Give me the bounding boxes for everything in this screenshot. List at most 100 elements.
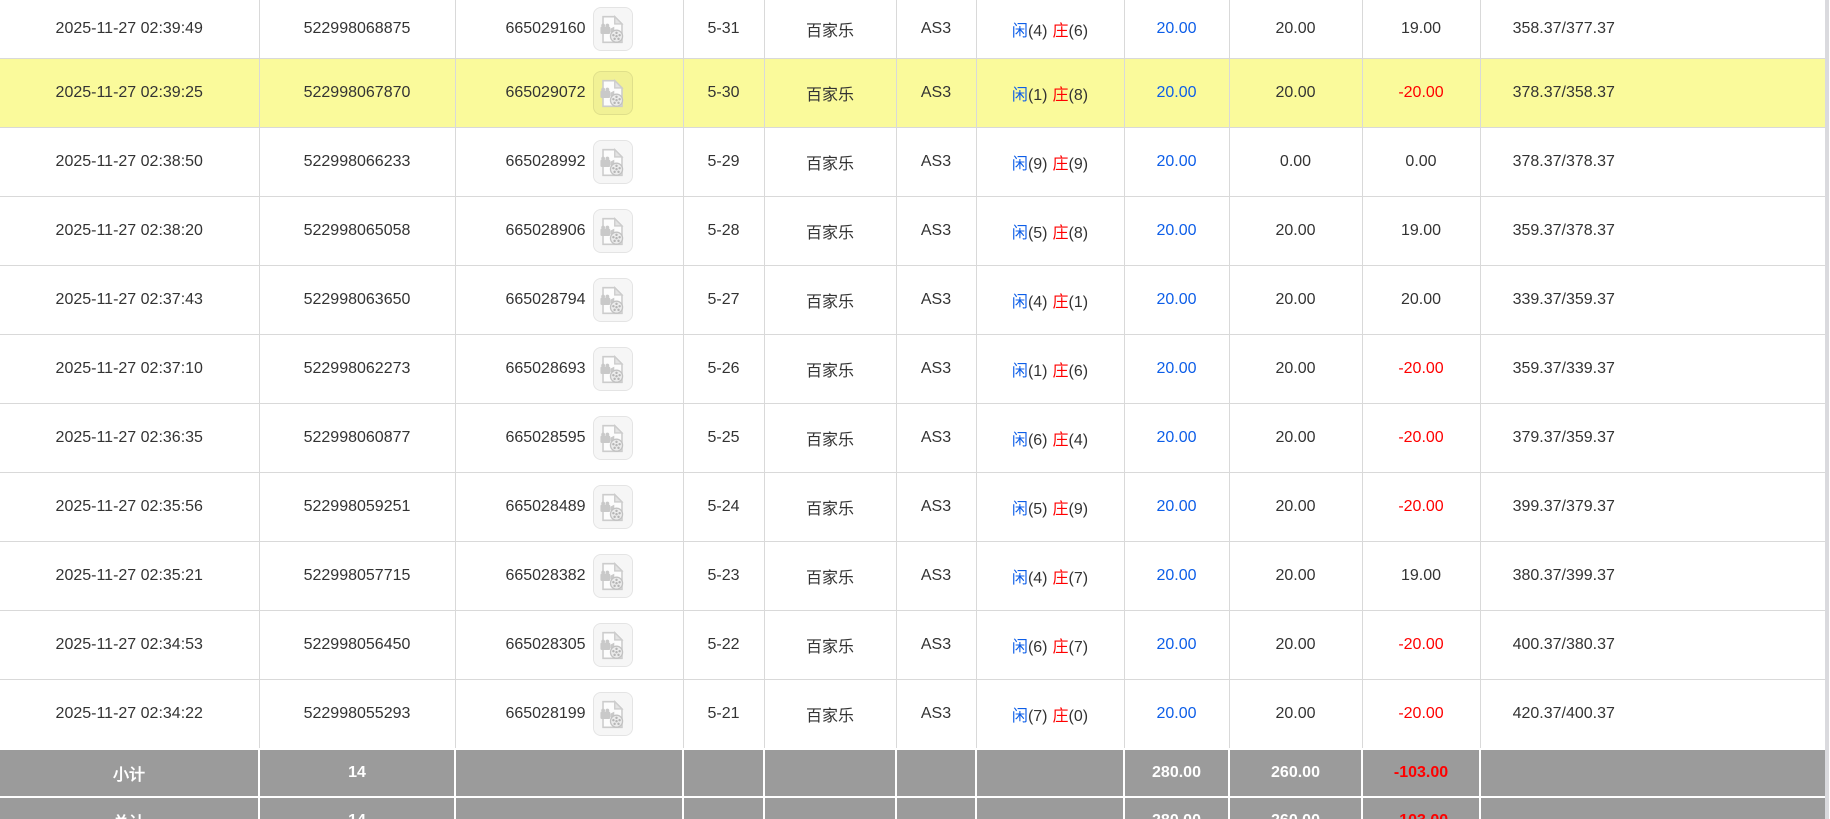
cell-bet-amount[interactable]: 20.00 [1124,335,1229,404]
cell-bet-time: 2025-11-27 02:34:53 [0,611,259,680]
banker-label: 庄 [1053,639,1069,656]
cell-bet-amount[interactable]: 20.00 [1124,128,1229,197]
table-row[interactable]: 2025-11-27 02:34:53 522998056450 6650283… [0,611,1826,680]
cell-game-type: 百家乐 [764,473,896,542]
cell-bet-amount[interactable]: 20.00 [1124,473,1229,542]
cell-table-code: AS3 [896,266,976,335]
video-replay-button[interactable] [593,485,633,529]
cell-game-type: 百家乐 [764,0,896,59]
player-points: (1) [1028,87,1048,104]
cell-winloss: 0.00 [1362,128,1480,197]
video-replay-button[interactable] [593,623,633,667]
game-number-text: 665029072 [505,84,585,102]
table-row[interactable]: 2025-11-27 02:35:56 522998059251 6650284… [0,473,1826,542]
game-number-text: 665028693 [505,360,585,378]
cell-game-type: 百家乐 [764,542,896,611]
video-replay-button[interactable] [593,7,633,51]
cell-table-code: AS3 [896,335,976,404]
table-row[interactable]: 2025-11-27 02:36:35 522998060877 6650285… [0,404,1826,473]
cell-bet-id: 522998067870 [259,59,455,128]
cell-bet-id: 522998056450 [259,611,455,680]
cell-bet-amount[interactable]: 20.00 [1124,404,1229,473]
cell-bet-time: 2025-11-27 02:35:21 [0,542,259,611]
cell-winloss: 19.00 [1362,197,1480,266]
table-row[interactable]: 2025-11-27 02:39:49 522998068875 6650291… [0,0,1826,59]
video-replay-button[interactable] [593,692,633,736]
video-file-icon [599,217,626,246]
table-row[interactable]: 2025-11-27 02:38:50 522998066233 6650289… [0,128,1826,197]
cell-bet-id: 522998059251 [259,473,455,542]
cell-bet-id: 522998066233 [259,128,455,197]
cell-winloss: -20.00 [1362,611,1480,680]
summary-label: 总计 [0,797,259,819]
cell-bet-amount[interactable]: 20.00 [1124,59,1229,128]
cell-table-code: AS3 [896,404,976,473]
cell-balance: 359.37/378.37 [1480,197,1826,266]
cell-bet-id: 522998068875 [259,0,455,59]
table-row[interactable]: 2025-11-27 02:37:43 522998063650 6650287… [0,266,1826,335]
cell-result: 闲(6)庄(4) [976,404,1124,473]
cell-winloss: 19.00 [1362,0,1480,59]
summary-balance [1480,749,1826,797]
player-label: 闲 [1012,501,1028,518]
cell-bet-id: 522998062273 [259,335,455,404]
bet-history-viewport: 2025-11-27 02:39:49 522998068875 6650291… [0,0,1830,819]
summary-bet-total: 280.00 [1124,797,1229,819]
banker-points: (7) [1069,570,1089,587]
cell-round: 5-21 [683,680,764,750]
video-replay-button[interactable] [593,554,633,598]
player-label: 闲 [1012,570,1028,587]
cell-round: 5-24 [683,473,764,542]
cell-winloss: 19.00 [1362,542,1480,611]
banker-points: (7) [1069,639,1089,656]
video-replay-button[interactable] [593,347,633,391]
cell-bet-amount[interactable]: 20.00 [1124,197,1229,266]
cell-bet-amount[interactable]: 20.00 [1124,266,1229,335]
cell-game-number: 665028305 [455,611,683,680]
video-replay-button[interactable] [593,140,633,184]
banker-label: 庄 [1053,156,1069,173]
cell-bet-amount[interactable]: 20.00 [1124,611,1229,680]
cell-balance: 420.37/400.37 [1480,680,1826,750]
cell-bet-amount[interactable]: 20.00 [1124,542,1229,611]
cell-game-type: 百家乐 [764,128,896,197]
cell-game-number: 665028906 [455,197,683,266]
cell-winloss: -20.00 [1362,680,1480,750]
table-row[interactable]: 2025-11-27 02:35:21 522998057715 6650283… [0,542,1826,611]
cell-bet-amount[interactable]: 20.00 [1124,0,1229,59]
cell-result: 闲(6)庄(7) [976,611,1124,680]
banker-points: (0) [1069,708,1089,725]
player-points: (6) [1028,432,1048,449]
cell-game-type: 百家乐 [764,335,896,404]
bet-history-table: 2025-11-27 02:39:49 522998068875 6650291… [0,0,1826,819]
cell-game-number: 665029160 [455,0,683,59]
cell-round: 5-27 [683,266,764,335]
video-replay-button[interactable] [593,71,633,115]
summary-winloss-total: -103.00 [1362,749,1480,797]
table-row[interactable]: 2025-11-27 02:37:10 522998062273 6650286… [0,335,1826,404]
cell-table-code: AS3 [896,59,976,128]
game-number-text: 665028199 [505,705,585,723]
video-replay-button[interactable] [593,209,633,253]
cell-balance: 358.37/377.37 [1480,0,1826,59]
cell-round: 5-23 [683,542,764,611]
cell-bet-time: 2025-11-27 02:39:25 [0,59,259,128]
player-points: (5) [1028,501,1048,518]
video-file-icon [599,631,626,660]
video-file-icon [599,493,626,522]
player-label: 闲 [1012,432,1028,449]
banker-label: 庄 [1053,225,1069,242]
video-replay-button[interactable] [593,416,633,460]
cell-table-code: AS3 [896,197,976,266]
cell-result: 闲(5)庄(9) [976,473,1124,542]
summary-valid-total: 260.00 [1229,797,1362,819]
cell-bet-amount[interactable]: 20.00 [1124,680,1229,750]
table-row[interactable]: 2025-11-27 02:39:25 522998067870 6650290… [0,59,1826,128]
table-row[interactable]: 2025-11-27 02:38:20 522998065058 6650289… [0,197,1826,266]
player-label: 闲 [1012,23,1028,40]
cell-valid-amount: 20.00 [1229,335,1362,404]
video-replay-button[interactable] [593,278,633,322]
table-row[interactable]: 2025-11-27 02:34:22 522998055293 6650281… [0,680,1826,750]
cell-balance: 399.37/379.37 [1480,473,1826,542]
player-points: (1) [1028,363,1048,380]
